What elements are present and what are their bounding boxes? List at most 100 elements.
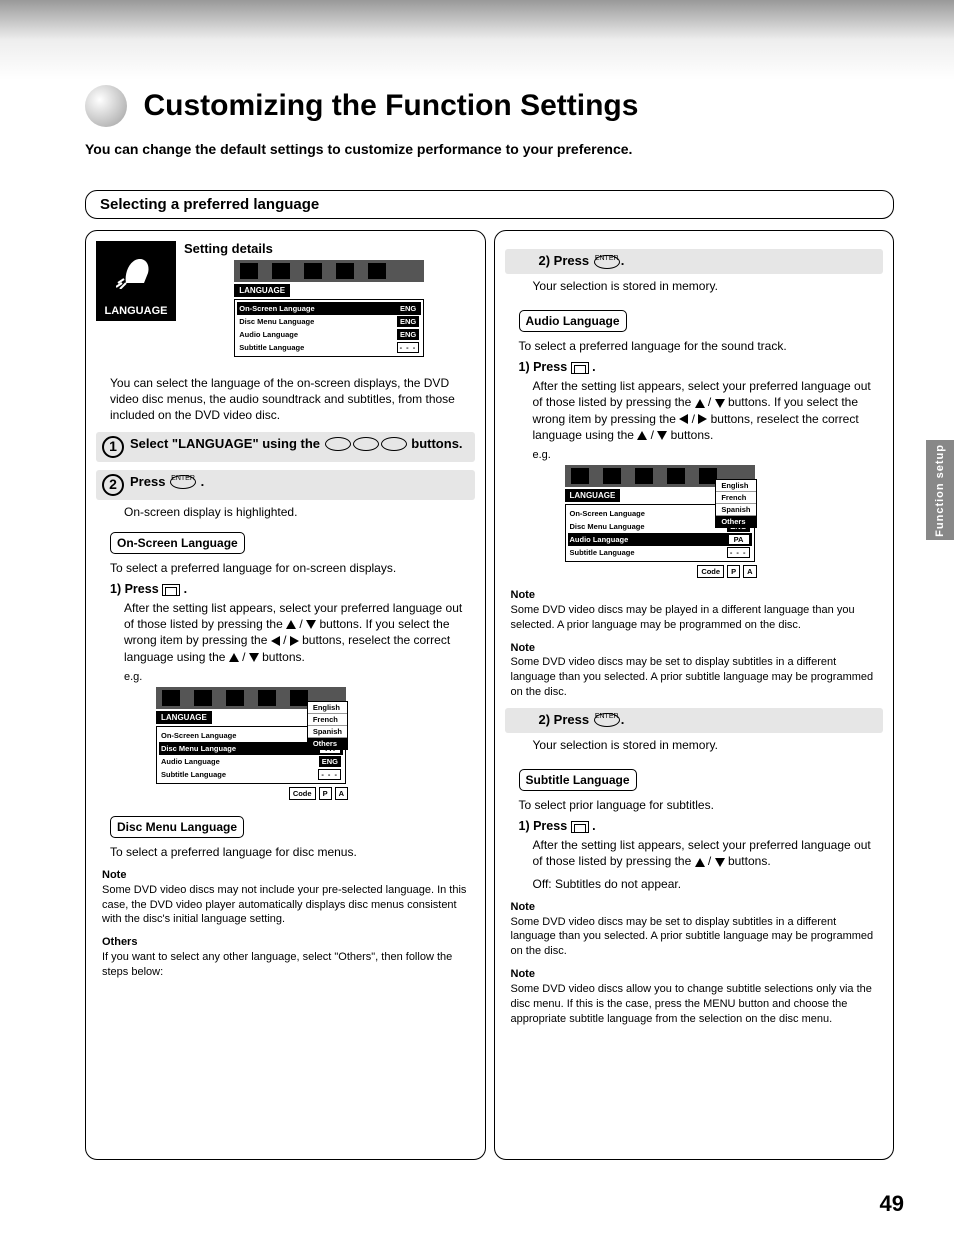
subtitle-substep-1: 1) Press . [519, 819, 884, 833]
osd-row: Subtitle Language- - - [568, 546, 752, 559]
audio-heading: Audio Language [519, 310, 627, 332]
page-title: Customizing the Function Settings [143, 89, 638, 123]
memory-button-icon [162, 584, 180, 596]
audio-body: To select a preferred language for the s… [519, 338, 880, 354]
osd-code-row: Code P A [697, 565, 756, 578]
discmenu-heading: Disc Menu Language [110, 816, 244, 838]
osd-menu-example: LANGUAGE On-Screen LanguageENG Disc Menu… [156, 687, 346, 784]
page-number: 49 [880, 1191, 904, 1217]
osd-lang-tag: LANGUAGE [565, 489, 621, 502]
down-icon [306, 620, 316, 629]
subtitle-heading: Subtitle Language [519, 769, 637, 791]
osd-row: Audio LanguageENG [237, 328, 421, 341]
step2b-body: Your selection is stored in memory. [533, 278, 880, 294]
down-icon [715, 858, 725, 867]
audio-note: Note Some DVD video discs may be played … [511, 588, 878, 633]
lang-description: You can select the language of the on-sc… [110, 375, 471, 424]
intro-text: You can change the default settings to c… [85, 140, 894, 159]
down-icon [657, 431, 667, 440]
tab-picture-icon [272, 263, 290, 279]
right-arrow-button-icon [381, 437, 407, 451]
subtitle-off: Off: Subtitles do not appear. [533, 876, 880, 892]
step-2b: 2) Press ENTER. [505, 249, 884, 274]
content-columns: LANGUAGE Setting details LANGUAGE On-Scr [85, 230, 894, 1160]
enter-button-icon: ENTER [594, 713, 620, 727]
example-label: e.g. [533, 449, 884, 461]
discmenu-others: Others If you want to select any other l… [102, 935, 469, 980]
osd-code-row: Code P A [289, 787, 348, 800]
subtitle-substep-1-body: After the setting list appears, select y… [533, 837, 880, 869]
tab-parent-icon [258, 690, 276, 706]
substep-1: 1) Press . [110, 582, 475, 596]
substep-1-body: After the setting list appears, select y… [124, 600, 471, 665]
osd-options-popup: English French Spanish Others [715, 479, 756, 528]
osd-row: Audio LanguagePA [568, 533, 752, 546]
step2-audio-body: Your selection is stored in memory. [533, 737, 880, 753]
left-arrow-button-icon [325, 437, 351, 451]
tab-language-icon [571, 468, 589, 484]
step-num-icon: 2 [102, 474, 124, 496]
osd-tabs [234, 260, 424, 282]
osd-rows: On-Screen LanguageENG Disc Menu Language… [234, 299, 424, 357]
step-1: 1 Select "LANGUAGE" using the buttons. [96, 432, 475, 462]
step2-body: On-screen display is highlighted. [124, 504, 471, 520]
tab-picture-icon [194, 690, 212, 706]
down-icon [249, 653, 259, 662]
osd-lang-tag: LANGUAGE [234, 284, 290, 297]
tab-picture-icon [603, 468, 621, 484]
side-tab-label: Function setup [934, 444, 946, 537]
up-icon [695, 399, 705, 408]
header-gradient [0, 0, 954, 80]
side-tab: Function setup [926, 440, 954, 540]
osd-lang-tag: LANGUAGE [156, 711, 212, 724]
up-icon [637, 431, 647, 440]
tab-audio-icon [635, 468, 653, 484]
tab-parent-icon [336, 263, 354, 279]
osd-row: On-Screen LanguageENG [237, 302, 421, 315]
subtitle-body: To select prior language for subtitles. [519, 797, 880, 813]
up-icon [229, 653, 239, 662]
audio-substep-1: 1) Press . [519, 360, 884, 374]
osd-row: Subtitle Language- - - [237, 341, 421, 354]
tab-parent-icon [667, 468, 685, 484]
step-2-audio: 2) Press ENTER. [505, 708, 884, 733]
onscreen-heading: On-Screen Language [110, 532, 245, 554]
osd-menu: LANGUAGE On-Screen LanguageENG Disc Menu… [234, 260, 424, 357]
tab-language-icon [162, 690, 180, 706]
audio-substep-1-body: After the setting list appears, select y… [533, 378, 880, 443]
language-icon: LANGUAGE [96, 241, 176, 321]
osd-menu-audio-example: LANGUAGE On-Screen LanguageENG Disc Menu… [565, 465, 755, 562]
up-icon [695, 858, 705, 867]
down-icon [715, 399, 725, 408]
discmenu-body: To select a preferred language for disc … [110, 844, 471, 860]
right-arrow-button-icon [353, 437, 379, 451]
osd-row: Audio LanguageENG [159, 755, 343, 768]
tab-operation-icon [368, 263, 386, 279]
setting-details-title: Setting details [184, 241, 475, 256]
step-num-icon: 1 [102, 436, 124, 458]
left-icon [679, 414, 688, 424]
enter-button-icon: ENTER [170, 475, 196, 489]
enter-button-icon: ENTER [594, 255, 620, 269]
discmenu-note: Note Some DVD video discs may not includ… [102, 868, 469, 927]
right-icon [290, 636, 299, 646]
left-icon [271, 636, 280, 646]
subtitle-note2: Note Some DVD video discs allow you to c… [511, 967, 878, 1026]
memory-button-icon [571, 362, 589, 374]
left-column: LANGUAGE Setting details LANGUAGE On-Scr [85, 230, 486, 1160]
up-icon [286, 620, 296, 629]
section-head: LANGUAGE Setting details LANGUAGE On-Scr [96, 241, 475, 365]
step-2: 2 Press ENTER . [96, 470, 475, 500]
osd-options-popup: English French Spanish Others [307, 701, 348, 750]
page-header: Customizing the Function Settings [85, 85, 894, 127]
title-bullet-icon [85, 85, 127, 127]
tab-audio-icon [226, 690, 244, 706]
subtitle-note: Note Some DVD video discs may be set to … [511, 900, 878, 959]
right-column: 2) Press ENTER. Your selection is stored… [494, 230, 895, 1160]
osd-row: Subtitle Language- - - [159, 768, 343, 781]
onscreen-body: To select a preferred language for on-sc… [110, 560, 471, 576]
face-profile-icon [116, 249, 156, 289]
selecting-language-header: Selecting a preferred language [85, 190, 894, 219]
example-label: e.g. [124, 671, 475, 683]
tab-operation-icon [699, 468, 717, 484]
